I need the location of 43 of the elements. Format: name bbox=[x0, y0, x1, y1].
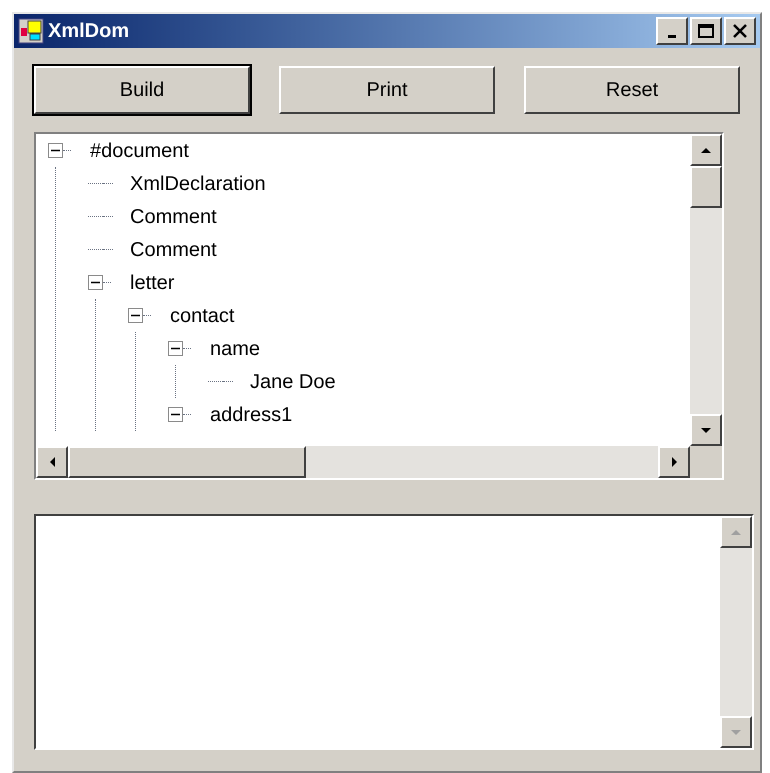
collapse-icon[interactable] bbox=[48, 143, 63, 158]
button[interactable]: Print bbox=[279, 66, 495, 114]
vertical-scrollbar[interactable] bbox=[690, 134, 722, 446]
up-arrow-icon bbox=[701, 148, 711, 152]
button[interactable]: Reset bbox=[524, 66, 740, 114]
tree-node-label[interactable]: Comment bbox=[128, 234, 219, 264]
close-button[interactable] bbox=[724, 17, 756, 45]
tree-node-label[interactable]: letter bbox=[128, 268, 176, 298]
tree-node-label[interactable]: Jane Doe bbox=[248, 366, 338, 396]
close-icon bbox=[731, 23, 749, 39]
tree-node-label[interactable]: XmlDeclaration bbox=[128, 168, 268, 198]
up-arrow-icon bbox=[731, 530, 741, 534]
scroll-down-button[interactable] bbox=[720, 716, 752, 748]
scroll-down-button[interactable] bbox=[690, 414, 722, 446]
tree-node-label[interactable]: address1 bbox=[208, 400, 294, 430]
collapse-icon[interactable] bbox=[128, 308, 143, 323]
horizontal-scrollbar[interactable] bbox=[36, 446, 690, 478]
window-title: XmlDom bbox=[48, 19, 130, 44]
down-arrow-icon bbox=[731, 730, 741, 734]
button[interactable]: Build bbox=[34, 66, 250, 114]
maximize-icon bbox=[697, 23, 715, 39]
collapse-icon[interactable] bbox=[168, 407, 183, 422]
down-arrow-icon bbox=[701, 428, 711, 432]
minimize-button[interactable] bbox=[656, 17, 688, 45]
app-icon bbox=[18, 18, 44, 44]
tree-node-label[interactable]: Comment bbox=[128, 202, 219, 232]
tree-node-label[interactable]: #document bbox=[88, 136, 191, 166]
maximize-button[interactable] bbox=[690, 17, 722, 45]
scroll-up-button[interactable] bbox=[690, 134, 722, 166]
left-arrow-icon bbox=[50, 457, 54, 467]
scrollbar-corner bbox=[690, 446, 722, 478]
tree-node-label[interactable]: contact bbox=[168, 300, 236, 330]
collapse-icon[interactable] bbox=[168, 341, 183, 356]
tree-node-label[interactable]: name bbox=[208, 334, 262, 364]
minimize-icon bbox=[668, 34, 676, 38]
scroll-thumb[interactable] bbox=[68, 446, 306, 478]
scroll-left-button[interactable] bbox=[36, 446, 68, 478]
scroll-thumb[interactable] bbox=[690, 166, 722, 208]
scroll-right-button[interactable] bbox=[658, 446, 690, 478]
vertical-scrollbar[interactable] bbox=[720, 516, 752, 748]
right-arrow-icon bbox=[672, 457, 676, 467]
scroll-up-button[interactable] bbox=[720, 516, 752, 548]
collapse-icon[interactable] bbox=[88, 275, 103, 290]
